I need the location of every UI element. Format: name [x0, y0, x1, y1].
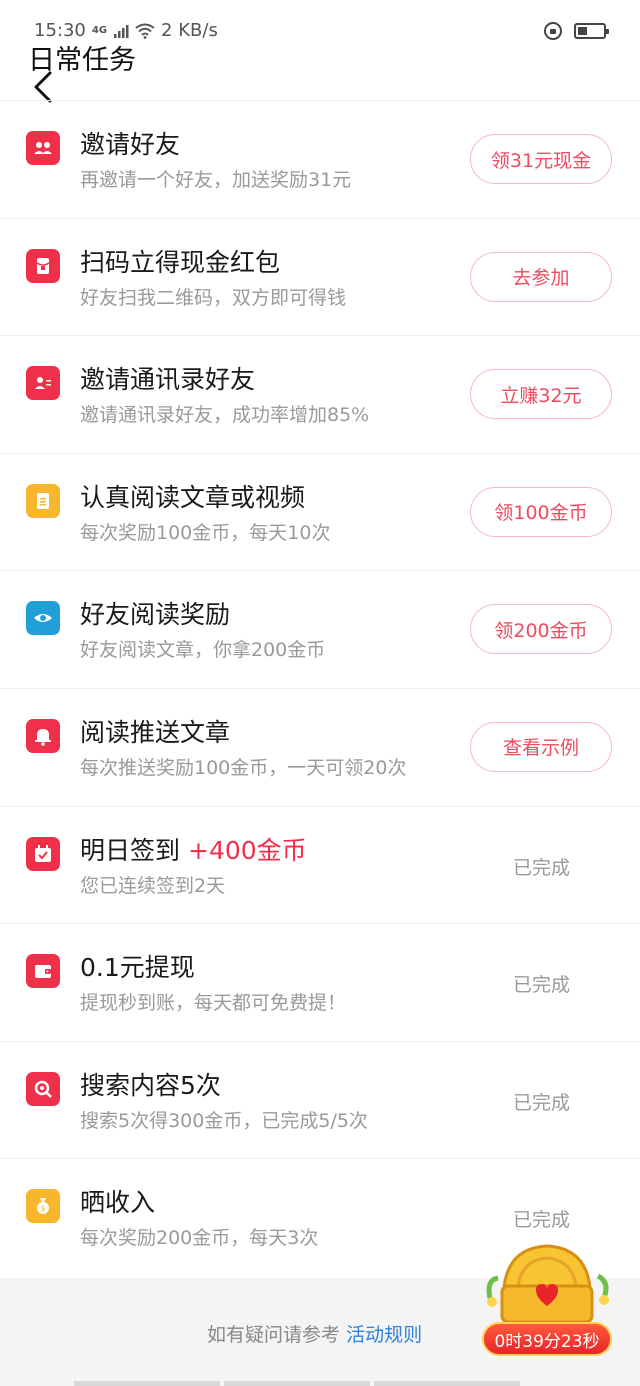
task-title: 阅读推送文章: [80, 713, 230, 749]
task-completed-label: 已完成: [512, 1209, 570, 1232]
task-description: 每次奖励100金币，每天10次: [80, 521, 331, 544]
tab-indicator-bar: [374, 1381, 520, 1386]
task-title-text: 晒收入: [80, 1188, 156, 1218]
task-title-text: 明日签到: [80, 835, 181, 865]
chevron-left-icon: [34, 71, 52, 103]
task-title: 搜索内容5次: [80, 1066, 221, 1102]
tab-indicator-bar: [224, 1381, 370, 1386]
rotation-lock-icon: [544, 22, 562, 40]
task-description: 好友阅读文章，你拿200金币: [80, 639, 326, 662]
search-icon: [26, 1071, 60, 1106]
task-title-text: 邀请通讯录好友: [80, 365, 256, 395]
task-description: 每次奖励200金币，每天3次: [80, 1227, 319, 1250]
back-button[interactable]: [30, 70, 60, 104]
task-title: 邀请通讯录好友: [80, 360, 255, 396]
task-row[interactable]: 好友阅读奖励好友阅读文章，你拿200金币 领200金币: [0, 570, 640, 688]
status-right: [544, 22, 609, 40]
task-row[interactable]: 邀请好友再邀请一个好友，加送奖励31元 领31元现金: [0, 100, 640, 218]
signal-icon: [114, 24, 129, 38]
task-title: 晒收入: [80, 1183, 155, 1219]
rules-link[interactable]: 活动规则: [346, 1324, 422, 1346]
task-title-text: 扫码立得现金红包: [80, 247, 281, 277]
wallet-icon: [26, 954, 60, 989]
task-completed-label: 已完成: [512, 856, 570, 879]
task-title: 认真阅读文章或视频: [80, 478, 305, 514]
eye-icon: [26, 601, 60, 636]
task-action-button[interactable]: 去参加: [470, 251, 612, 302]
task-action-button[interactable]: 立赚32元: [470, 369, 612, 420]
contact-card-icon: [26, 366, 60, 401]
task-title: 0.1元提现: [80, 948, 195, 984]
task-title: 邀请好友: [80, 125, 180, 161]
task-row[interactable]: 认真阅读文章或视频每次奖励100金币，每天10次 领100金币: [0, 452, 640, 571]
task-completed-label: 已完成: [512, 974, 570, 997]
svg-text:$: $: [40, 1204, 45, 1213]
task-completed-label: 已完成: [512, 1091, 570, 1114]
bottom-tab-indicator: [74, 1381, 520, 1386]
money-bag-icon: $: [26, 1189, 60, 1224]
task-row[interactable]: 扫码立得现金红包好友扫我二维码，双方即可得钱 去参加: [0, 217, 640, 336]
task-description: 搜索5次得300金币，已完成5/5次: [80, 1109, 368, 1132]
red-envelope-icon: [26, 248, 60, 283]
friends-icon: [26, 131, 60, 165]
task-action-button[interactable]: 查看示例: [470, 721, 612, 772]
task-title: 好友阅读奖励: [80, 595, 230, 631]
task-description: 好友扫我二维码，双方即可得钱: [80, 286, 347, 309]
task-action-button[interactable]: 领200金币: [470, 604, 612, 655]
task-title-text: 阅读推送文章: [80, 717, 231, 747]
task-action-button[interactable]: 领100金币: [470, 486, 612, 537]
task-row[interactable]: 邀请通讯录好友邀请通讯录好友，成功率增加85% 立赚32元: [0, 335, 640, 453]
task-description: 再邀请一个好友，加送奖励31元: [80, 169, 352, 191]
document-icon: [26, 483, 60, 518]
task-action-button[interactable]: 领31元现金: [470, 134, 612, 184]
task-description: 您已连续签到2天: [80, 874, 226, 897]
task-description: 提现秒到账，每天都可免费提！: [80, 992, 347, 1015]
task-row[interactable]: 明日签到 +400金币您已连续签到2天 已完成: [0, 805, 640, 924]
tab-indicator-bar: [74, 1381, 220, 1386]
task-title-text: 邀请好友: [80, 130, 181, 159]
task-list: 邀请好友再邀请一个好友，加送奖励31元 领31元现金扫码立得现金红包好友扫我二维码…: [0, 100, 640, 1276]
task-row[interactable]: 阅读推送文章每次推送奖励100金币，一天可领20次 查看示例: [0, 687, 640, 806]
task-title: 扫码立得现金红包: [80, 243, 280, 279]
help-text: 如有疑问请参考: [207, 1324, 341, 1346]
task-description: 邀请通讯录好友，成功率增加85%: [80, 404, 370, 427]
network-speed: 2 KB/s: [161, 20, 218, 41]
countdown-timer: 0时39分23秒: [482, 1322, 612, 1356]
task-row[interactable]: 搜索内容5次搜索5次得300金币，已完成5/5次 已完成: [0, 1040, 640, 1159]
battery-icon: [574, 23, 609, 39]
task-title-text: 0.1元提现: [80, 953, 195, 983]
task-title-text: 认真阅读文章或视频: [80, 482, 306, 512]
task-description: 每次推送奖励100金币，一天可领20次: [80, 756, 407, 779]
network-badge: 4G: [91, 25, 108, 36]
task-row[interactable]: 0.1元提现提现秒到账，每天都可免费提！ 已完成: [0, 923, 640, 1041]
task-title-text: 好友阅读奖励: [80, 600, 231, 630]
wifi-icon: [135, 23, 155, 39]
task-title-text: 搜索内容5次: [80, 1070, 221, 1100]
bell-icon: [26, 718, 60, 753]
task-title: 明日签到 +400金币: [80, 831, 307, 867]
footer-help: 如有疑问请参考 活动规则: [207, 1320, 422, 1347]
task-bonus: +400金币: [188, 835, 307, 865]
calendar-check-icon: [26, 836, 60, 871]
